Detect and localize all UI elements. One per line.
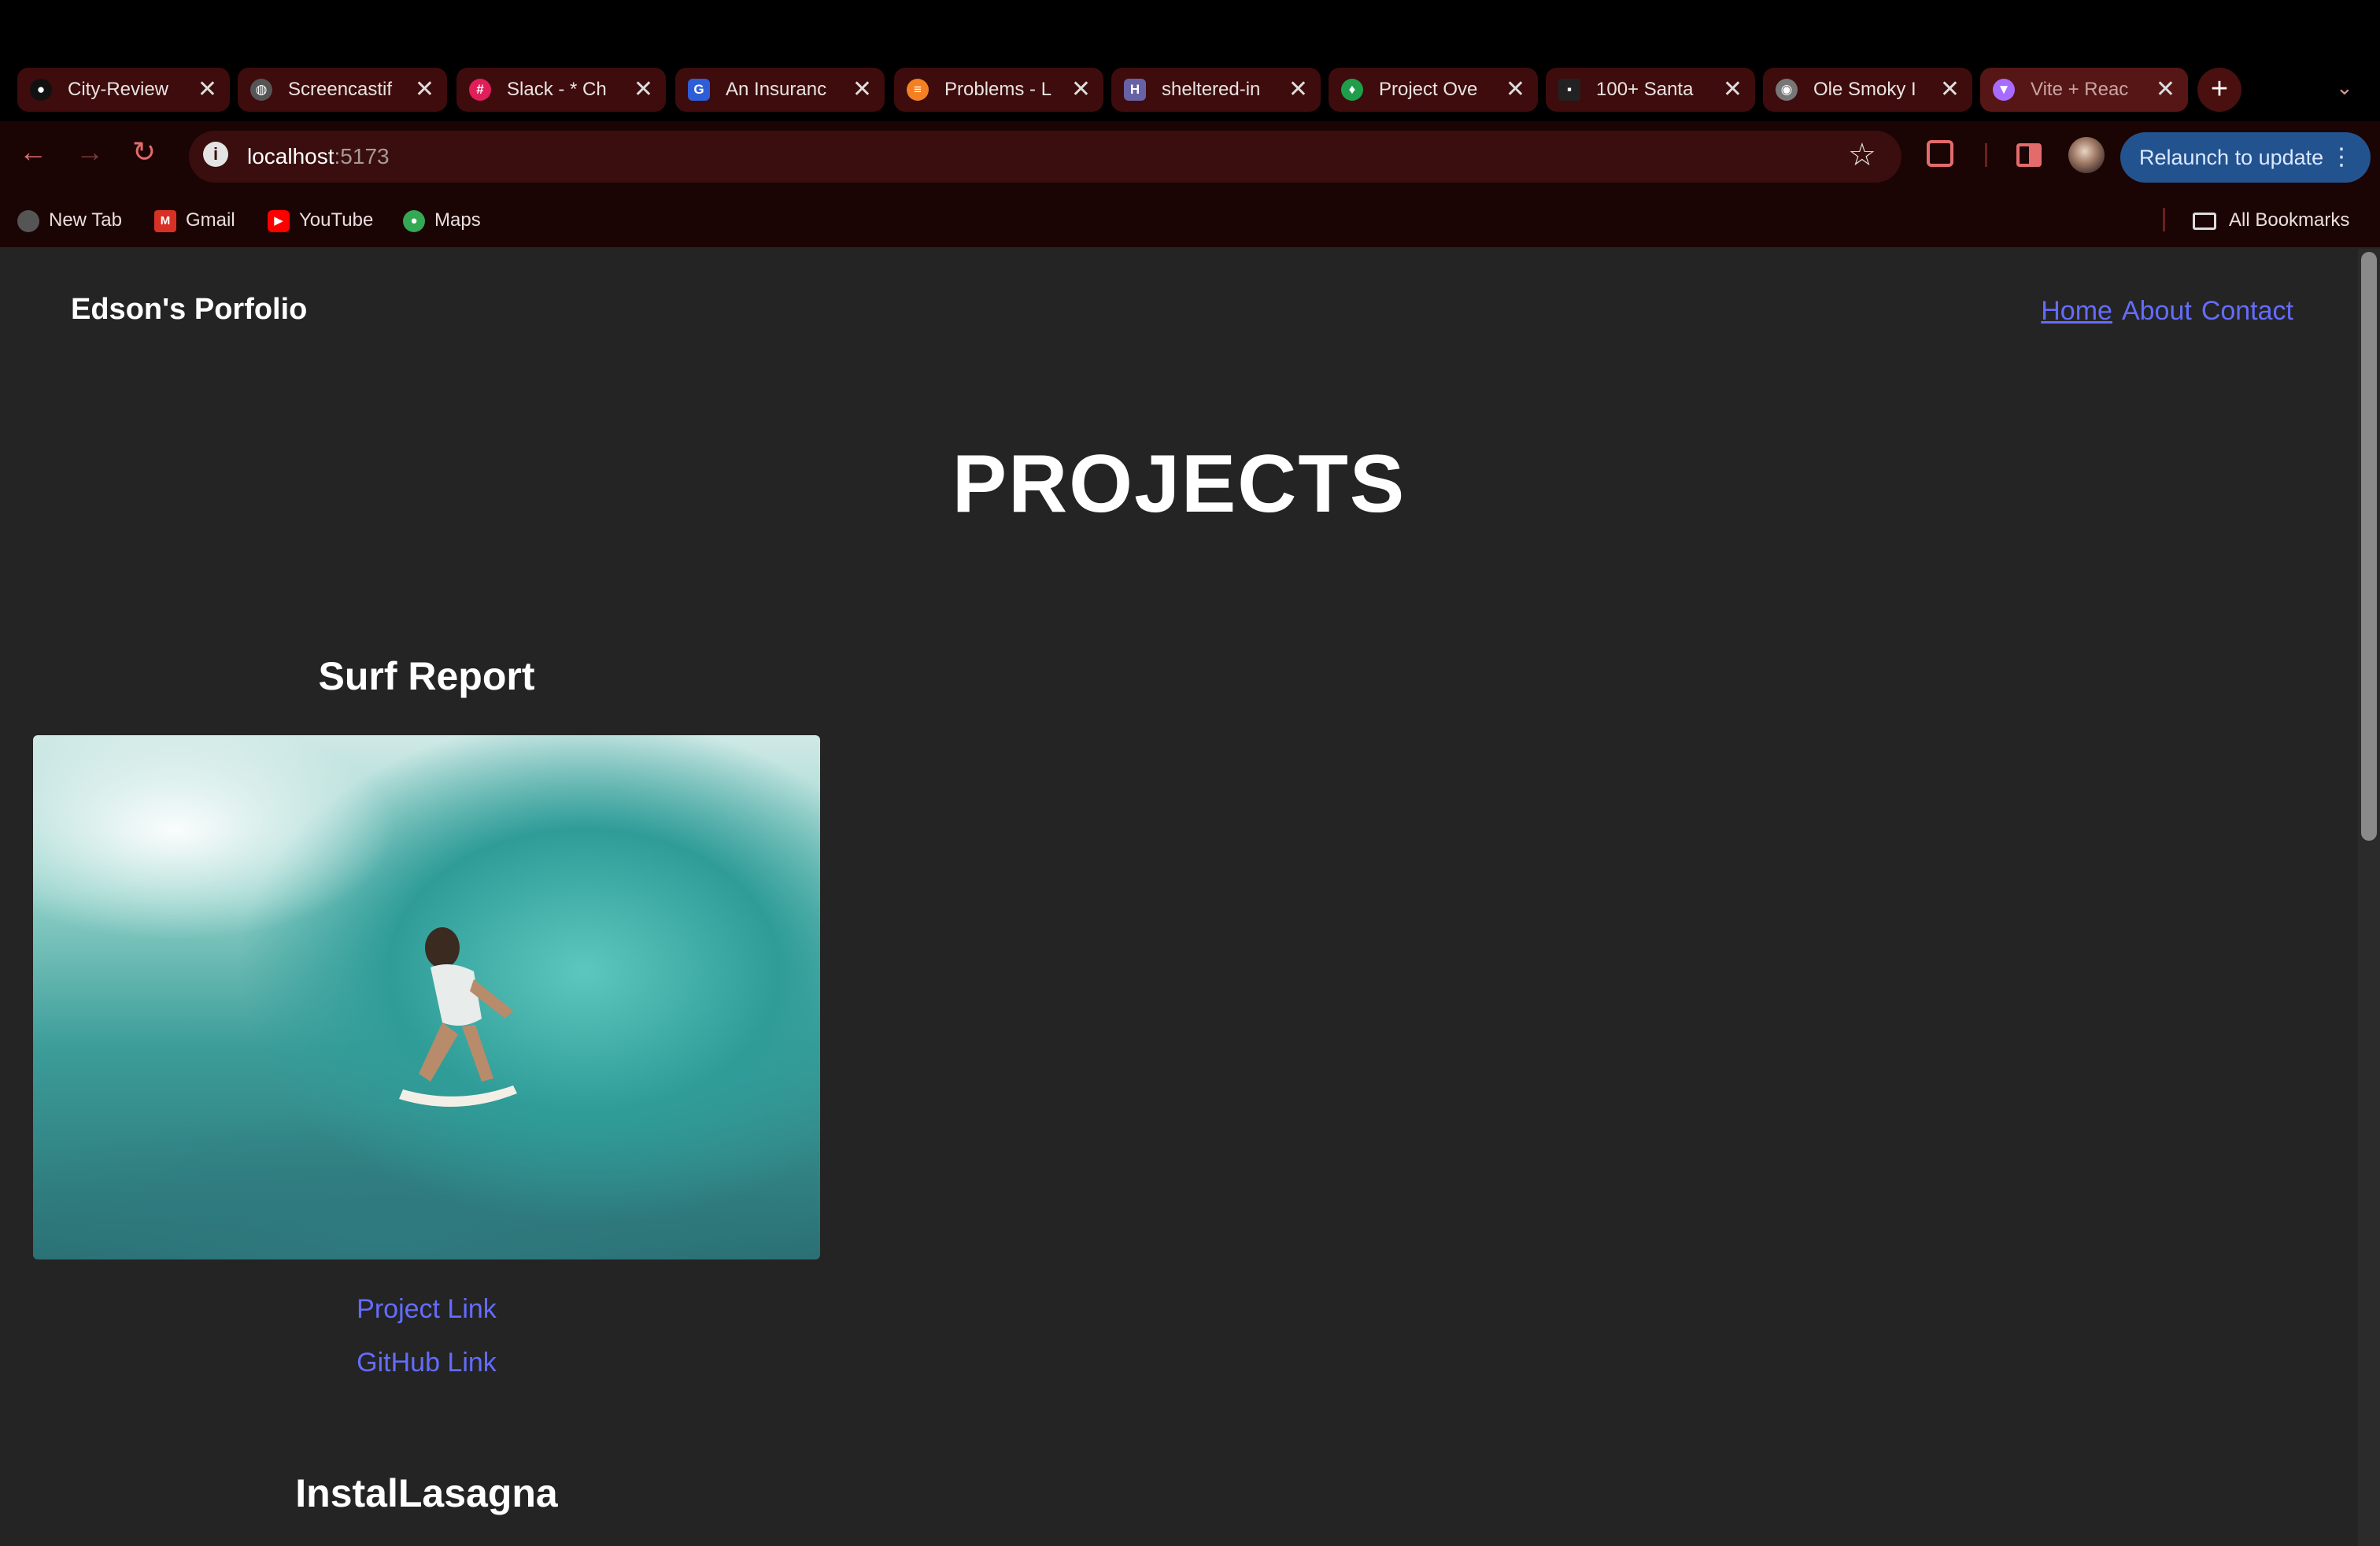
tab-title: Ole Smoky I [1813, 79, 1916, 100]
tab-title: Screencastif [288, 79, 393, 100]
toolbar-divider [1985, 143, 1987, 167]
tab-title: An Insuranc [726, 79, 827, 100]
site-info-icon[interactable]: i [203, 142, 228, 167]
project-title: InstalLasagna [295, 1471, 558, 1515]
close-icon[interactable]: ✕ [852, 68, 872, 112]
g-app-icon: G [688, 79, 710, 101]
bookmark-youtube[interactable]: ▶ YouTube [268, 208, 373, 233]
bookmark-label: Gmail [186, 209, 235, 231]
close-icon[interactable]: ✕ [1288, 68, 1308, 112]
all-bookmarks-button[interactable]: All Bookmarks [2193, 208, 2349, 233]
tab-santa[interactable]: ▪ 100+ Santa ✕ [1546, 68, 1755, 112]
heroku-icon: H [1124, 79, 1146, 101]
forward-icon[interactable]: → [76, 135, 104, 168]
tab-sheltered[interactable]: H sheltered-in ✕ [1111, 68, 1321, 112]
relaunch-label: Relaunch to update [2139, 146, 2324, 169]
bookmark-label: YouTube [299, 209, 374, 231]
unsplash-icon: ▪ [1558, 79, 1580, 101]
tab-title: sheltered-in [1162, 79, 1261, 100]
leaf-icon: ♦ [1341, 79, 1363, 101]
globe-icon: ◍ [250, 79, 272, 101]
tab-title: Vite + Reac [2031, 79, 2129, 100]
site-nav: Home About Contact [2031, 296, 2293, 327]
bookmark-star-icon[interactable]: ☆ [1848, 137, 1876, 173]
close-icon[interactable]: ✕ [1940, 68, 1960, 112]
tab-title: City-Review [68, 79, 169, 100]
stack-icon: ≡ [907, 79, 929, 101]
folder-icon [2193, 212, 2216, 230]
menu-icon[interactable]: ⋮ [2330, 132, 2353, 183]
tab-title: Slack - * Ch [507, 79, 607, 100]
close-icon[interactable]: ✕ [415, 68, 434, 112]
address-bar[interactable] [189, 131, 1901, 183]
close-icon[interactable]: ✕ [198, 68, 217, 112]
bookmark-gmail[interactable]: M Gmail [154, 208, 235, 233]
bookmark-new-tab[interactable]: New Tab [17, 208, 122, 233]
bookmark-label: New Tab [49, 209, 122, 231]
tab-problems[interactable]: ≡ Problems - L ✕ [894, 68, 1103, 112]
url-host: localhost [247, 144, 334, 168]
nav-link-about[interactable]: About [2122, 296, 2192, 326]
tab-project-overview[interactable]: ♦ Project Ove ✕ [1329, 68, 1538, 112]
nav-link-home[interactable]: Home [2041, 296, 2112, 326]
tab-title: 100+ Santa [1596, 79, 1694, 100]
scrollbar-thumb[interactable] [2361, 252, 2377, 841]
ole-smoky-icon: ◉ [1776, 79, 1798, 101]
profile-avatar[interactable] [2068, 137, 2105, 173]
tab-vite-react[interactable]: ▼ Vite + Reac ✕ [1980, 68, 2188, 112]
close-icon[interactable]: ✕ [1071, 68, 1091, 112]
close-icon[interactable]: ✕ [1506, 68, 1525, 112]
surfer-figure [399, 927, 517, 1107]
all-bookmarks-label: All Bookmarks [2229, 209, 2350, 231]
close-icon[interactable]: ✕ [1723, 68, 1743, 112]
youtube-icon: ▶ [268, 209, 290, 232]
project-title: Surf Report [318, 654, 535, 698]
slack-icon: # [469, 79, 491, 101]
site-brand: Edson's Porfolio [71, 293, 308, 326]
side-panel-icon[interactable] [2016, 143, 2042, 167]
tab-search-icon[interactable]: ⌄ [2336, 76, 2353, 100]
maps-icon: ● [403, 209, 425, 232]
close-icon[interactable]: ✕ [2156, 68, 2175, 112]
github-link[interactable]: GitHub Link [33, 1348, 820, 1378]
tab-title: Problems - L [944, 79, 1052, 100]
bookmarks-divider [2163, 208, 2165, 231]
bookmark-label: Maps [434, 209, 481, 231]
url-text[interactable]: localhost:5173 [247, 142, 390, 172]
github-icon: ● [30, 79, 52, 101]
bookmark-maps[interactable]: ● Maps [403, 208, 481, 233]
new-tab-button[interactable]: + [2197, 68, 2241, 112]
extensions-icon[interactable] [1927, 140, 1953, 167]
globe-icon [17, 209, 39, 232]
tab-title: Project Ove [1379, 79, 1478, 100]
reload-icon[interactable]: ↻ [132, 135, 156, 168]
tab-insurance[interactable]: G An Insuranc ✕ [675, 68, 885, 112]
gmail-icon: M [154, 209, 176, 232]
close-icon[interactable]: ✕ [634, 68, 653, 112]
tab-slack[interactable]: # Slack - * Ch ✕ [456, 68, 666, 112]
tab-ole-smoky[interactable]: ◉ Ole Smoky I ✕ [1763, 68, 1972, 112]
back-icon[interactable]: ← [19, 135, 47, 168]
project-link[interactable]: Project Link [33, 1294, 820, 1325]
tab-screencastify[interactable]: ◍ Screencastif ✕ [238, 68, 447, 112]
relaunch-button[interactable]: Relaunch to update ⋮ [2120, 132, 2371, 183]
url-port: :5173 [334, 144, 390, 168]
page-title: PROJECTS [952, 438, 1406, 530]
project-image [33, 735, 820, 1259]
vite-icon: ▼ [1993, 79, 2015, 101]
tab-city-review[interactable]: ● City-Review ✕ [17, 68, 230, 112]
nav-link-contact[interactable]: Contact [2201, 296, 2293, 326]
